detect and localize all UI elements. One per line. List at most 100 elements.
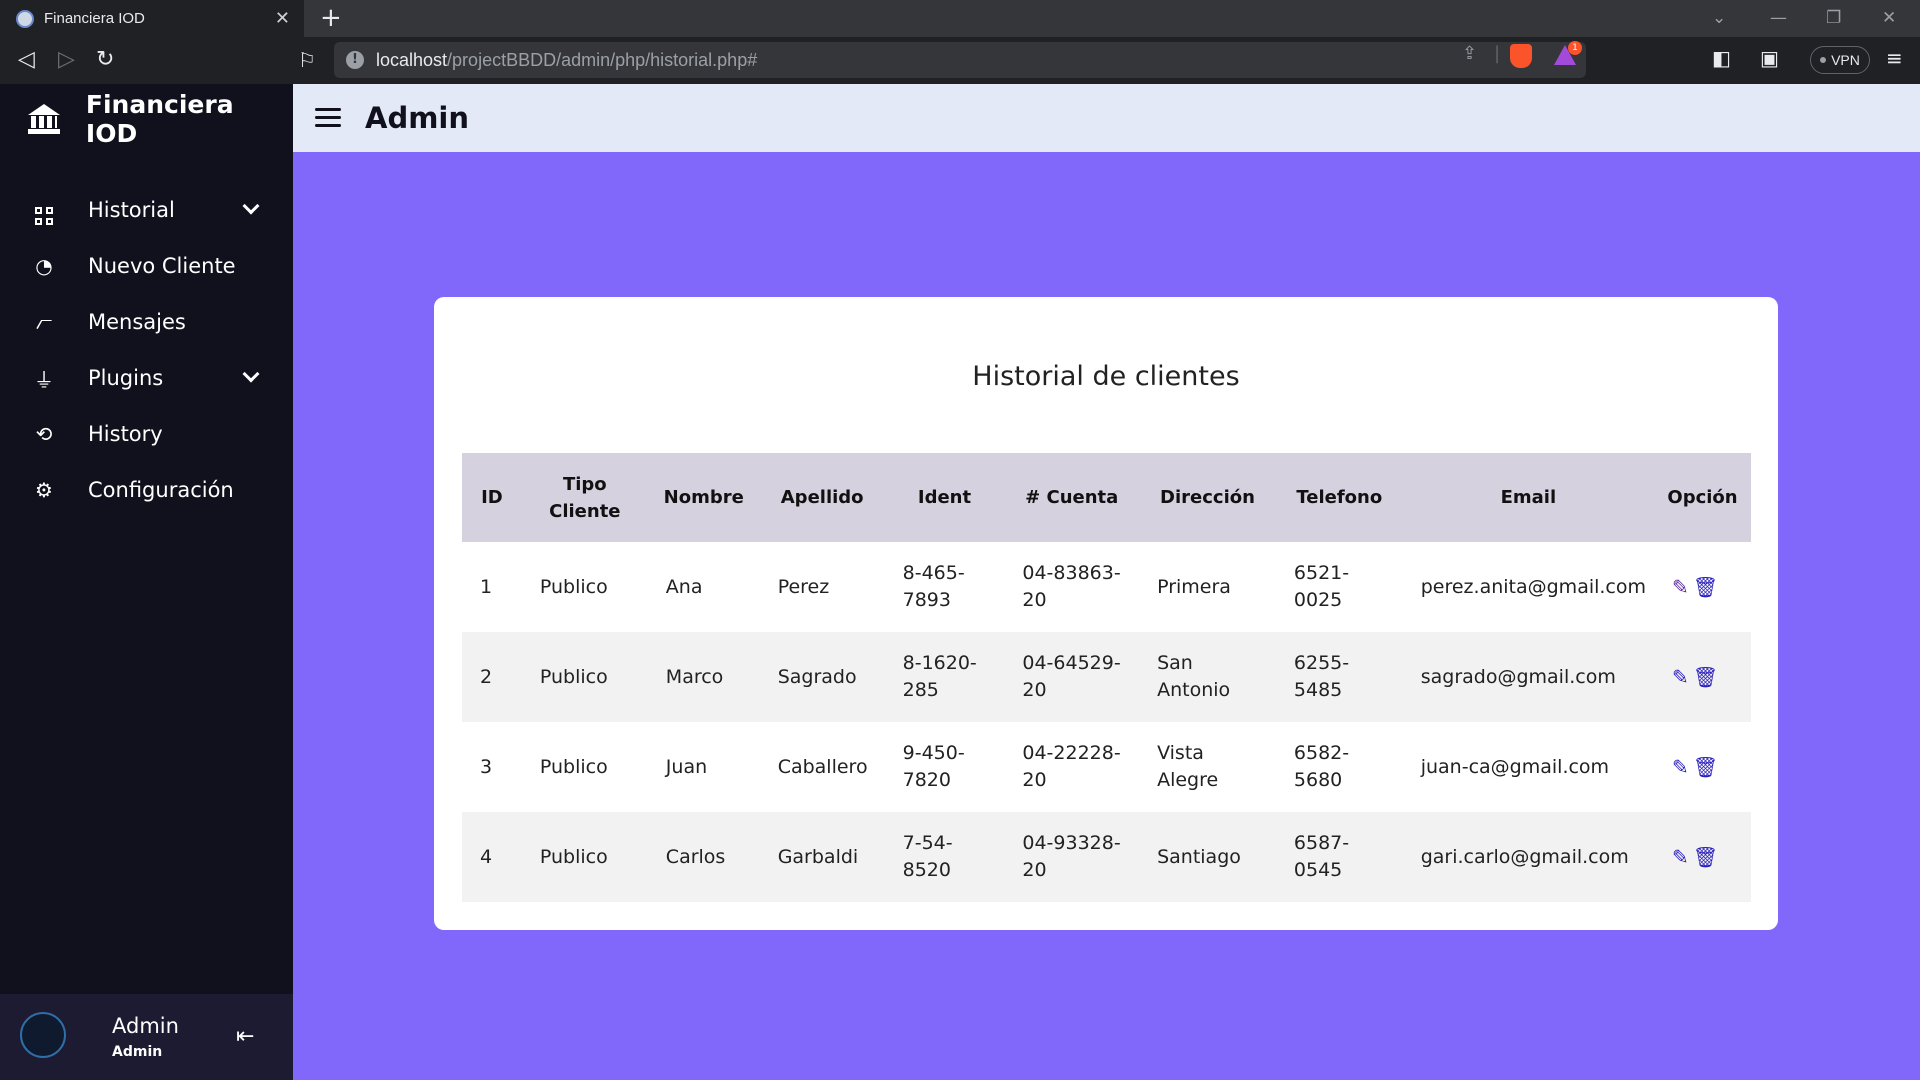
logout-icon[interactable]: ⇤ (236, 1024, 254, 1049)
sidebar-toggle-icon[interactable]: ◧ (1712, 46, 1731, 70)
sidebar-item-history[interactable]: ⟲ History (0, 406, 293, 462)
hamburger-menu-icon[interactable] (315, 108, 341, 128)
trash-icon[interactable]: 🗑 (1693, 844, 1718, 871)
profile-role: Admin (112, 1044, 163, 1060)
column-header: Ident (884, 453, 1005, 542)
wallet-icon[interactable]: ▣ (1760, 46, 1779, 70)
cell-id: 3 (480, 755, 493, 778)
sidebar-item-plugins[interactable]: ⏚ Plugins (0, 350, 293, 406)
rewards-badge: 1 (1568, 41, 1582, 55)
cell-telefono: 6582-5680 (1293, 742, 1350, 791)
clients-table: ID Tipo Cliente Nombre Apellido Ident # … (462, 453, 1751, 902)
browser-tab[interactable]: Financiera IOD ✕ (0, 0, 304, 37)
table-header-row: ID Tipo Cliente Nombre Apellido Ident # … (462, 453, 1751, 542)
menu-icon[interactable]: ≡ (1886, 46, 1903, 70)
share-icon[interactable]: ⇪ (1462, 43, 1477, 64)
minimize-button[interactable]: — (1770, 8, 1787, 28)
trash-icon[interactable]: 🗑 (1693, 574, 1718, 601)
cell-telefono: 6587-0545 (1275, 812, 1403, 902)
trash-icon[interactable]: 🗑 (1693, 664, 1718, 691)
cell-apellido: Perez (777, 575, 830, 598)
cell-actions: ✎ 🗑 (1654, 812, 1751, 902)
sidebar-item-label: Historial (88, 198, 175, 222)
sidebar-item-mensajes[interactable]: ⦧ Mensajes (0, 294, 293, 350)
browser-toolbar: ◁ ▷ ↻ ⚐ ! localhost/projectBBDD/admin/ph… (0, 37, 1920, 84)
cell-apellido: Caballero (777, 755, 868, 778)
sidebar-item-historial[interactable]: Historial (0, 182, 293, 238)
back-button[interactable]: ◁ (18, 47, 35, 73)
column-header: Apellido (759, 453, 885, 542)
column-header: Email (1402, 453, 1655, 542)
address-bar[interactable]: ! localhost/projectBBDD/admin/php/histor… (334, 42, 1586, 78)
chevron-down-icon[interactable] (242, 197, 260, 215)
cell-cuenta: 04-64529-20 (1004, 632, 1140, 722)
sidebar: Financiera IOD Historial ◔ Nuevo Cliente… (0, 84, 293, 1080)
card-title: Historial de clientes (972, 361, 1240, 392)
sidebar-nav: Historial ◔ Nuevo Cliente ⦧ Mensajes ⏚ P… (0, 182, 293, 518)
cell-id: 2 (462, 632, 522, 722)
site-info-icon[interactable]: ! (346, 51, 364, 69)
cell-direccion: San Antonio (1139, 632, 1276, 722)
bookmark-icon[interactable]: ⚐ (298, 47, 316, 73)
grid-icon (30, 195, 58, 225)
tab-search-icon[interactable]: ⌄ (1712, 8, 1726, 28)
close-tab-icon[interactable]: ✕ (275, 8, 290, 29)
cell-telefono: 6255-5485 (1275, 632, 1403, 722)
trash-icon[interactable]: 🗑 (1693, 754, 1718, 781)
cell-actions: ✎ 🗑 (1654, 722, 1751, 812)
line-chart-icon: ⦧ (35, 310, 53, 334)
cell-cuenta: 04-83863-20 (1022, 562, 1121, 611)
cell-ident: 7-54-8520 (884, 812, 1005, 902)
forward-button[interactable]: ▷ (58, 47, 75, 73)
plug-icon: ⏚ (34, 367, 54, 392)
cell-actions: ✎ 🗑 (1654, 632, 1751, 722)
history-icon: ⟲ (35, 422, 53, 446)
page-header: Admin (293, 84, 1920, 152)
chevron-down-icon[interactable] (242, 365, 260, 383)
vpn-button[interactable]: VPN (1810, 46, 1870, 74)
cell-ident: 8-1620-285 (884, 632, 1005, 722)
column-header: Dirección (1139, 453, 1276, 542)
cell-tipo: Publico (539, 575, 608, 598)
cell-email: perez.anita@gmail.com (1420, 575, 1647, 598)
cell-direccion: Vista Alegre (1157, 742, 1219, 791)
edit-user-icon[interactable]: ✎ (1672, 844, 1689, 871)
cell-email: sagrado@gmail.com (1402, 632, 1655, 722)
sidebar-item-nuevo-cliente[interactable]: ◔ Nuevo Cliente (0, 238, 293, 294)
edit-user-icon[interactable]: ✎ (1672, 664, 1689, 691)
page-title: Admin (365, 101, 470, 135)
profile-name: Admin (112, 1014, 179, 1038)
close-window-button[interactable]: ✕ (1882, 8, 1896, 28)
brand-name: Financiera IOD (85, 90, 234, 148)
cell-telefono: 6521-0025 (1293, 562, 1350, 611)
sidebar-item-label: Mensajes (88, 310, 186, 334)
cell-cuenta: 04-22228-20 (1022, 742, 1121, 791)
restore-button[interactable]: ❐ (1826, 8, 1841, 28)
url-text[interactable]: localhost/projectBBDD/admin/php/historia… (376, 50, 757, 71)
gear-icon: ⚙ (35, 478, 53, 502)
favicon-icon (16, 9, 34, 28)
vpn-status-dot (1820, 57, 1827, 63)
column-header: Tipo Cliente (521, 453, 648, 542)
sidebar-item-configuracion[interactable]: ⚙ Configuración (0, 462, 293, 518)
cell-cuenta: 04-93328-20 (1004, 812, 1140, 902)
cell-apellido: Sagrado (759, 632, 885, 722)
table-row: 3 Publico Juan Caballero 9-450-7820 04-2… (462, 722, 1751, 812)
edit-user-icon[interactable]: ✎ (1672, 754, 1689, 781)
cell-nombre: Juan (665, 755, 708, 778)
brave-shields-icon[interactable] (1510, 44, 1532, 68)
table-row: 1 Publico Ana Perez 8-465-7893 04-83863-… (462, 542, 1751, 632)
column-header: Opción (1654, 453, 1751, 542)
cell-actions: ✎ 🗑 (1654, 542, 1751, 632)
table-row: 4 Publico Carlos Garbaldi 7-54-8520 04-9… (462, 812, 1751, 902)
column-header: # Cuenta (1004, 453, 1140, 542)
cell-direccion: Santiago (1139, 812, 1276, 902)
cell-tipo: Publico (521, 632, 648, 722)
cell-ident: 8-465-7893 (902, 562, 965, 611)
new-tab-button[interactable]: + (320, 4, 342, 32)
cell-ident: 9-450-7820 (902, 742, 965, 791)
edit-user-icon[interactable]: ✎ (1672, 574, 1689, 601)
profile-panel: Admin Admin ⇤ (0, 994, 293, 1080)
reload-button[interactable]: ↻ (96, 47, 114, 73)
sidebar-item-label: Configuración (88, 478, 234, 502)
